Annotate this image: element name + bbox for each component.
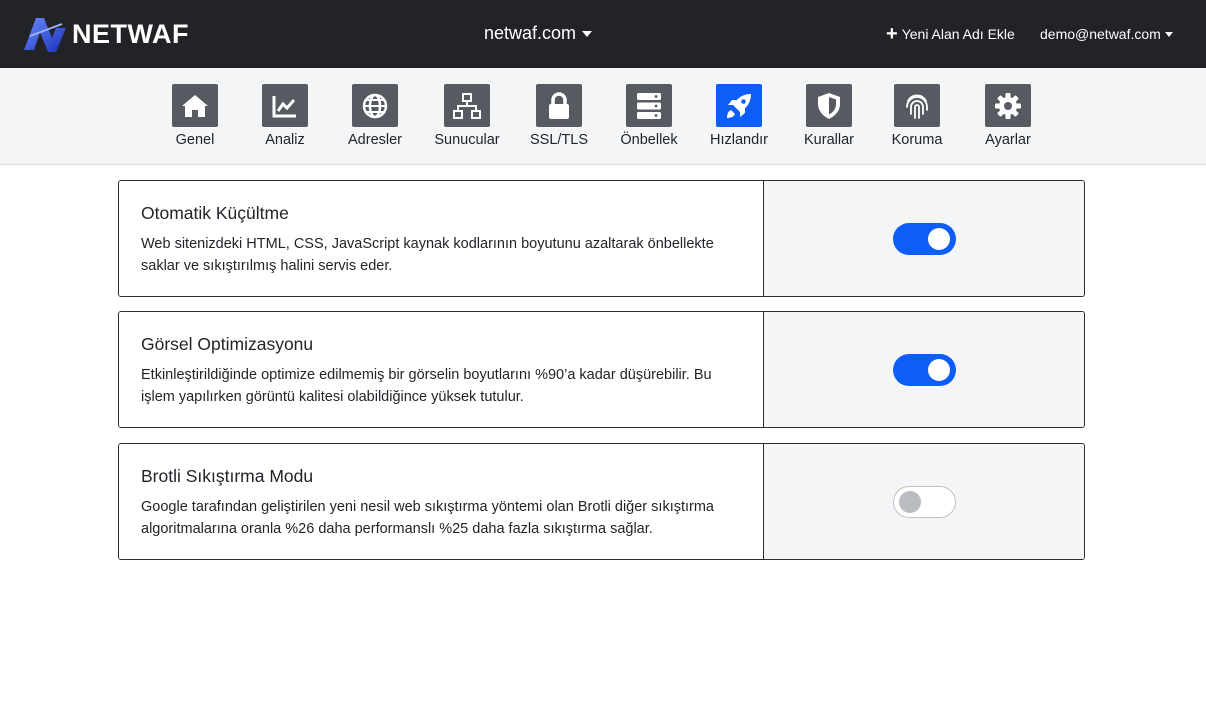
setting-toggle-area (764, 312, 1084, 427)
shield-icon (806, 84, 852, 127)
nav-label: Koruma (891, 132, 943, 148)
logo-text: NETWAF (72, 18, 189, 49)
domain-label: netwaf.com (484, 23, 577, 43)
nav-label: Genel (175, 132, 215, 148)
nav-item-hizlandir[interactable]: Hızlandır (694, 84, 784, 148)
nav-label: Hızlandır (709, 132, 769, 148)
nav-item-ssl-tls[interactable]: SSL/TLS (514, 84, 604, 148)
setting-description: Web sitenizdeki HTML, CSS, JavaScript ka… (141, 236, 714, 274)
setting-title: Otomatik Küçültme (141, 203, 289, 223)
setting-toggle-area (764, 444, 1084, 559)
setting-description: Google tarafından geliştirilen yeni nesi… (141, 499, 714, 537)
setting-description: Etkinleştirildiğinde optimize edilmemiş … (141, 367, 712, 405)
lock-icon (536, 84, 582, 127)
auto-minify-toggle[interactable] (892, 222, 956, 255)
setting-card-brotli: Brotli Sıkıştırma Modu Google tarafından… (118, 443, 1085, 560)
nav-item-koruma[interactable]: Koruma (872, 84, 962, 148)
setting-card-image-optimization: Görsel Optimizasyonu Etkinleştirildiğind… (118, 311, 1085, 428)
toggle-knob (927, 227, 950, 250)
setting-text: Otomatik Küçültme Web sitenizdeki HTML, … (119, 181, 764, 296)
setting-text: Brotli Sıkıştırma Modu Google tarafından… (119, 444, 764, 559)
nav-label: Analiz (265, 132, 305, 148)
toggle-knob (927, 358, 950, 381)
nav-label: Önbellek (620, 132, 678, 148)
rocket-icon (716, 84, 762, 127)
setting-text: Görsel Optimizasyonu Etkinleştirildiğind… (119, 312, 764, 427)
nav-item-sunucular[interactable]: Sunucular (422, 84, 512, 148)
setting-title: Görsel Optimizasyonu (141, 334, 314, 354)
nav-label: SSL/TLS (529, 132, 589, 148)
nav-label: Kurallar (804, 132, 854, 148)
user-email: demo@netwaf.com (1040, 26, 1161, 42)
network-icon (444, 84, 490, 127)
nav-label: Sunucular (434, 132, 500, 148)
server-icon (626, 84, 672, 127)
setting-card-auto-minify: Otomatik Küçültme Web sitenizdeki HTML, … (118, 180, 1085, 297)
fingerprint-icon (894, 84, 940, 127)
nav-item-adresler[interactable]: Adresler (330, 84, 420, 148)
nav-item-analiz[interactable]: Analiz (240, 84, 330, 148)
add-domain-button[interactable]: + Yeni Alan Adı Ekle (886, 23, 1015, 45)
plus-icon: + (886, 23, 898, 45)
toggle-knob (898, 490, 921, 513)
brotli-toggle[interactable] (892, 485, 956, 518)
caret-down-icon (582, 30, 593, 37)
section-nav: Genel Analiz Adresler Sunucular SSL/TLS … (0, 68, 1206, 165)
globe-icon (352, 84, 398, 127)
nav-item-ayarlar[interactable]: Ayarlar (963, 84, 1053, 148)
logo-icon (24, 18, 66, 52)
setting-title: Brotli Sıkıştırma Modu (141, 466, 314, 486)
user-menu[interactable]: demo@netwaf.com (1040, 26, 1173, 42)
add-domain-label: Yeni Alan Adı Ekle (901, 26, 1015, 42)
domain-selector[interactable]: netwaf.com (484, 23, 593, 44)
nav-item-onbellek[interactable]: Önbellek (604, 84, 694, 148)
setting-toggle-area (764, 181, 1084, 296)
nav-item-genel[interactable]: Genel (150, 84, 240, 148)
caret-down-icon (1164, 31, 1173, 37)
top-bar: NETWAF netwaf.com + Yeni Alan Adı Ekle d… (0, 0, 1206, 68)
home-icon (172, 84, 218, 127)
chart-line-icon (262, 84, 308, 127)
image-optimization-toggle[interactable] (892, 353, 956, 386)
gear-icon (985, 84, 1031, 127)
nav-item-kurallar[interactable]: Kurallar (784, 84, 874, 148)
nav-label: Adresler (348, 132, 402, 148)
nav-label: Ayarlar (985, 132, 1031, 148)
logo[interactable]: NETWAF (22, 14, 189, 54)
